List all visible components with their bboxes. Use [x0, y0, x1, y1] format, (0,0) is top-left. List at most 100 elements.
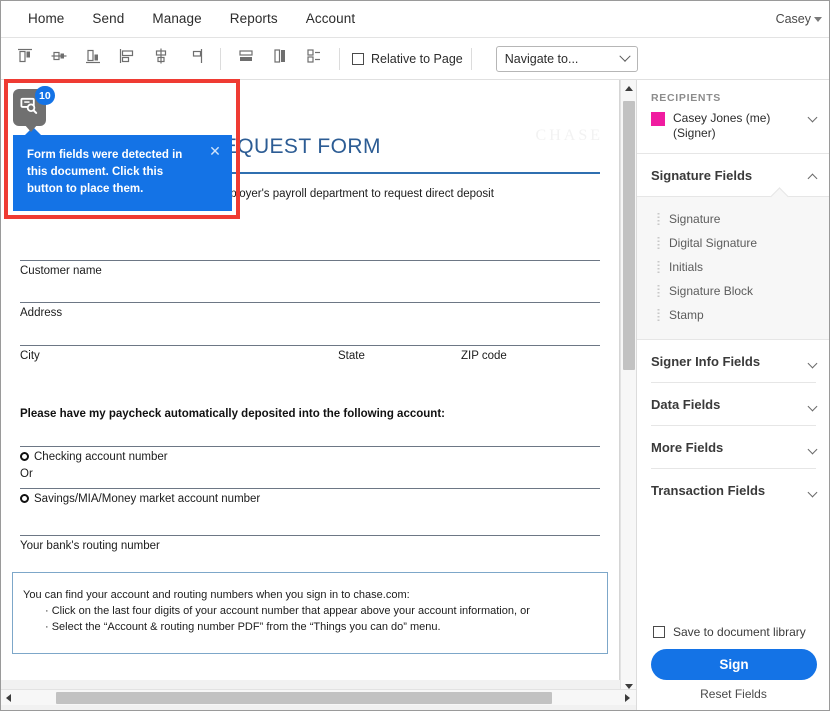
same-height-icon: [270, 46, 290, 71]
align-middle-button[interactable]: [43, 44, 75, 74]
field-alignment-toolbar: Relative to Page Navigate to...: [0, 38, 830, 80]
field-label-city: City: [20, 350, 40, 362]
field-item-stamp[interactable]: Stamp: [637, 303, 830, 327]
drag-handle-icon[interactable]: [657, 236, 660, 250]
scroll-right-arrow-icon[interactable]: [619, 690, 636, 706]
sidebar-footer-actions: Save to document library Sign Reset Fiel…: [637, 619, 830, 711]
relative-to-page-toggle[interactable]: Relative to Page: [352, 52, 463, 66]
option-savings-label: Savings/MIA/Money market account number: [34, 493, 261, 505]
align-right-button[interactable]: [179, 44, 211, 74]
relative-to-page-label: Relative to Page: [371, 51, 463, 66]
align-center-button[interactable]: [145, 44, 177, 74]
chevron-down-icon[interactable]: [807, 112, 818, 123]
option-checking-account[interactable]: Checking account number: [20, 447, 168, 463]
section-header-signer-info-fields[interactable]: Signer Info Fields: [637, 340, 830, 382]
horizontal-scrollbar-thumb[interactable]: [56, 692, 552, 704]
option-savings-account[interactable]: Savings/MIA/Money market account number: [20, 489, 260, 505]
recipients-section: RECIPIENTS Casey Jones (me) (Signer): [637, 80, 830, 154]
section-header-more-fields[interactable]: More Fields: [637, 426, 830, 468]
nav-item-manage[interactable]: Manage: [138, 7, 215, 30]
user-menu[interactable]: Casey: [776, 12, 830, 26]
field-label-address: Address: [20, 307, 63, 319]
nav-item-home[interactable]: Home: [14, 7, 78, 30]
align-right-icon: [185, 46, 205, 71]
nav-item-account[interactable]: Account: [292, 7, 369, 30]
align-bottom-icon: [83, 46, 103, 71]
align-bottom-button[interactable]: [77, 44, 109, 74]
or-separator-text: Or: [20, 468, 33, 480]
field-row-checking: Checking account number: [20, 446, 600, 465]
field-row-address: Address: [20, 302, 600, 321]
recipient-name: Casey Jones (me) (Signer): [673, 111, 771, 140]
section-title-data-fields: Data Fields: [651, 397, 721, 412]
toolbar-divider-1: [220, 47, 221, 70]
signature-fields-list: Signature Digital Signature Initials Sig…: [637, 196, 830, 340]
field-row-savings: Savings/MIA/Money market account number: [20, 488, 600, 507]
field-item-digital-signature[interactable]: Digital Signature: [637, 231, 830, 255]
reset-fields-link[interactable]: Reset Fields: [651, 687, 816, 701]
same-height-button[interactable]: [264, 44, 296, 74]
document-vertical-scrollbar[interactable]: [620, 80, 636, 695]
field-row-customer-name: Customer name: [20, 260, 600, 279]
toolbar-divider-3: [470, 47, 472, 70]
section-title-transaction-fields: Transaction Fields: [651, 483, 766, 498]
field-item-label: Digital Signature: [669, 236, 758, 250]
section-header-data-fields[interactable]: Data Fields: [637, 383, 830, 425]
account-section-heading: Please have my paycheck automatically de…: [20, 408, 445, 420]
nav-item-send[interactable]: Send: [78, 7, 138, 30]
field-item-signature-block[interactable]: Signature Block: [637, 279, 830, 303]
recipient-color-swatch: [651, 112, 665, 126]
field-item-signature[interactable]: Signature: [637, 207, 830, 231]
chevron-down-icon[interactable]: [807, 358, 818, 368]
navigate-to-dropdown[interactable]: Navigate to...: [495, 45, 638, 72]
drag-handle-icon[interactable]: [657, 260, 660, 274]
save-to-library-checkbox[interactable]: [653, 626, 665, 638]
align-top-icon: [15, 46, 35, 71]
chevron-up-icon[interactable]: [807, 173, 818, 183]
scroll-up-arrow-icon[interactable]: [621, 80, 636, 97]
drag-handle-icon[interactable]: [657, 308, 660, 322]
account-lookup-infobox: You can find your account and routing nu…: [12, 572, 608, 654]
document-horizontal-scrollbar[interactable]: [0, 689, 636, 705]
field-row-routing-number: Your bank's routing number: [20, 535, 600, 554]
nav-item-reports[interactable]: Reports: [216, 7, 292, 30]
sign-button[interactable]: Sign: [651, 649, 817, 680]
app-window: Home Send Manage Reports Account Casey R…: [0, 0, 830, 711]
section-header-transaction-fields[interactable]: Transaction Fields: [637, 469, 830, 511]
close-icon[interactable]: ✕: [208, 144, 222, 158]
section-header-signature-fields[interactable]: Signature Fields: [637, 154, 830, 196]
same-size-icon: [304, 46, 324, 71]
chevron-down-icon[interactable]: [807, 401, 818, 411]
relative-to-page-checkbox[interactable]: [352, 52, 364, 65]
fields-sidebar: RECIPIENTS Casey Jones (me) (Signer) Sig…: [636, 80, 830, 711]
drag-handle-icon[interactable]: [657, 212, 660, 226]
nav-items: Home Send Manage Reports Account: [0, 7, 369, 30]
chevron-down-icon[interactable]: [807, 444, 818, 454]
align-left-button[interactable]: [111, 44, 143, 74]
same-size-button[interactable]: [298, 44, 330, 74]
radio-button-icon[interactable]: [20, 494, 29, 503]
top-navigation-bar: Home Send Manage Reports Account Casey: [0, 0, 830, 38]
detected-fields-count-badge: 10: [35, 86, 55, 105]
scroll-left-arrow-icon[interactable]: [0, 690, 17, 706]
drag-handle-icon[interactable]: [657, 284, 660, 298]
field-item-label: Signature: [669, 212, 721, 226]
save-to-library-label: Save to document library: [673, 625, 806, 639]
same-width-button[interactable]: [230, 44, 262, 74]
save-to-library-toggle[interactable]: Save to document library: [651, 619, 816, 649]
section-title-signature-fields: Signature Fields: [651, 168, 753, 183]
recipient-selector[interactable]: Casey Jones (me) (Signer): [651, 111, 818, 141]
tooltip-message: Form fields were detected in this docume…: [27, 149, 183, 195]
same-width-icon: [236, 46, 256, 71]
caret-down-icon: [814, 17, 822, 22]
radio-button-icon[interactable]: [20, 452, 29, 461]
vertical-scrollbar-thumb[interactable]: [623, 101, 635, 370]
chevron-down-icon: [619, 50, 631, 62]
field-item-initials[interactable]: Initials: [637, 255, 830, 279]
field-label-zip-code: ZIP code: [461, 350, 507, 362]
align-middle-horizontal-icon: [49, 46, 69, 71]
chevron-down-icon[interactable]: [807, 487, 818, 497]
section-title-signer-info-fields: Signer Info Fields: [651, 354, 761, 369]
infobox-bullet-2: · Select the “Account & routing number P…: [45, 621, 441, 633]
align-top-button[interactable]: [9, 44, 41, 74]
